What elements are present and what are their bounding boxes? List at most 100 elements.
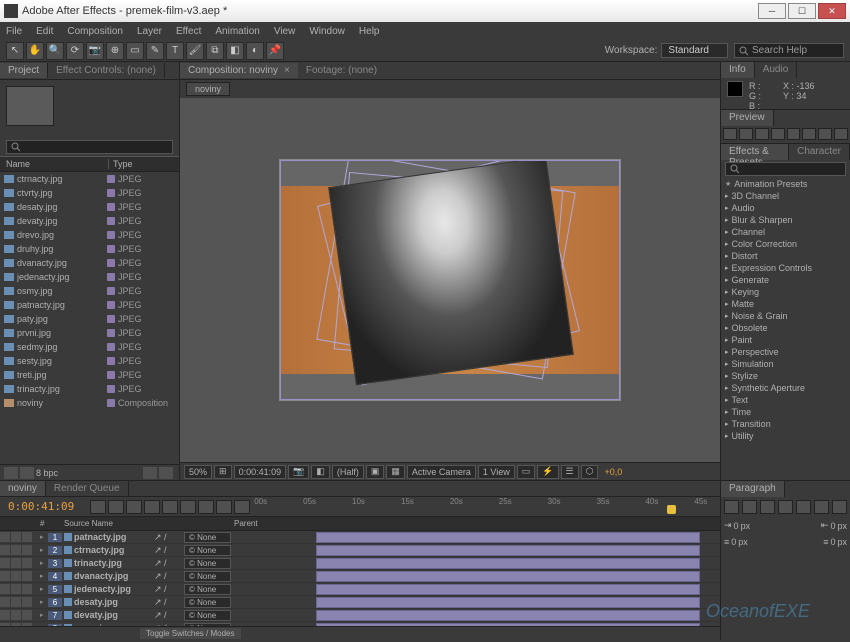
pixel-aspect-icon[interactable]: ▭ — [517, 465, 536, 479]
layer-switches[interactable]: ↗ / — [154, 558, 184, 569]
project-item[interactable]: dvanacty.jpgJPEG — [0, 256, 179, 270]
search-help-input[interactable]: Search Help — [734, 43, 844, 58]
text-tool-icon[interactable]: T — [166, 42, 184, 60]
parent-select[interactable]: © None — [184, 610, 231, 621]
expand-icon[interactable]: ▸ — [40, 585, 48, 593]
comp-canvas[interactable] — [280, 160, 620, 400]
maximize-button[interactable]: ☐ — [788, 3, 816, 19]
col-parent[interactable]: Parent — [234, 519, 284, 528]
label-color-icon[interactable] — [107, 385, 115, 393]
project-item[interactable]: desaty.jpgJPEG — [0, 200, 179, 214]
tab-info[interactable]: Info — [721, 62, 755, 78]
label-color-icon[interactable] — [107, 357, 115, 365]
project-item[interactable]: sedmy.jpgJPEG — [0, 340, 179, 354]
frameblend-icon[interactable] — [162, 500, 178, 514]
tab-timeline-comp[interactable]: noviny — [0, 481, 46, 496]
menu-composition[interactable]: Composition — [67, 26, 123, 37]
project-item[interactable]: devaty.jpgJPEG — [0, 214, 179, 228]
solo-toggle-icon[interactable] — [22, 584, 32, 594]
label-color-icon[interactable] — [107, 231, 115, 239]
timeline-timecode[interactable]: 0:00:41:09 — [8, 500, 74, 513]
label-color-icon[interactable] — [107, 245, 115, 253]
layer-name[interactable]: devaty.jpg — [74, 610, 154, 620]
workspace-select[interactable]: Standard — [661, 43, 728, 58]
effects-search-input[interactable] — [725, 162, 846, 176]
layer-switches[interactable]: ↗ / — [154, 545, 184, 556]
brainstorm-icon[interactable] — [198, 500, 214, 514]
effect-category[interactable]: Blur & Sharpen — [721, 214, 850, 226]
project-item[interactable]: treti.jpgJPEG — [0, 368, 179, 382]
space-before-icon[interactable]: ≡ — [724, 537, 729, 547]
label-color-icon[interactable] — [107, 175, 115, 183]
new-folder-icon[interactable] — [20, 467, 34, 479]
menu-view[interactable]: View — [274, 26, 296, 37]
project-item[interactable]: novinyComposition — [0, 396, 179, 410]
effect-category[interactable]: Expression Controls — [721, 262, 850, 274]
align-center-icon[interactable] — [742, 500, 757, 514]
exposure-value[interactable]: +0,0 — [600, 465, 626, 479]
delete-icon[interactable] — [159, 467, 173, 479]
layer-name[interactable]: osmy.jpg — [74, 623, 154, 626]
audio-toggle-icon[interactable] — [11, 532, 21, 542]
layer-duration-bar[interactable] — [316, 532, 700, 543]
loop-icon[interactable] — [802, 128, 816, 140]
toggle-switches-button[interactable]: Toggle Switches / Modes — [140, 628, 241, 639]
parent-select[interactable]: © None — [184, 532, 231, 543]
layer-switches[interactable]: ↗ / — [154, 597, 184, 608]
minimize-button[interactable]: ─ — [758, 3, 786, 19]
project-item[interactable]: sesty.jpgJPEG — [0, 354, 179, 368]
rotate-tool-icon[interactable]: ⟳ — [66, 42, 84, 60]
bit-depth-button[interactable]: 8 bpc — [36, 468, 58, 478]
audio-toggle-icon[interactable] — [11, 610, 21, 620]
align-left-icon[interactable] — [724, 500, 739, 514]
label-color-icon[interactable] — [107, 217, 115, 225]
project-item[interactable]: drevo.jpgJPEG — [0, 228, 179, 242]
layer-switches[interactable]: ↗ / — [154, 610, 184, 621]
solo-toggle-icon[interactable] — [22, 623, 32, 626]
expand-icon[interactable]: ▸ — [40, 533, 48, 541]
tab-audio[interactable]: Audio — [755, 62, 798, 78]
project-item[interactable]: druhy.jpgJPEG — [0, 242, 179, 256]
tab-preview[interactable]: Preview — [721, 110, 774, 126]
timeline-layers[interactable]: ▸1patnacty.jpg↗ /© None▸2ctrnacty.jpg↗ /… — [0, 531, 720, 626]
layer-duration-bar[interactable] — [316, 584, 700, 595]
label-color-icon[interactable] — [107, 329, 115, 337]
resolution-select[interactable]: (Half) — [332, 465, 364, 479]
ram-preview-icon[interactable] — [834, 128, 848, 140]
effect-category[interactable]: Keying — [721, 286, 850, 298]
solo-toggle-icon[interactable] — [22, 610, 32, 620]
transparency-icon[interactable]: ▦ — [386, 465, 405, 479]
menu-edit[interactable]: Edit — [36, 26, 53, 37]
project-item[interactable]: patnacty.jpgJPEG — [0, 298, 179, 312]
layer-name[interactable]: jedenacty.jpg — [74, 584, 154, 594]
justify-left-icon[interactable] — [778, 500, 793, 514]
menu-file[interactable]: File — [6, 26, 22, 37]
align-right-icon[interactable] — [760, 500, 775, 514]
layer-switches[interactable]: ↗ / — [154, 584, 184, 595]
effect-category[interactable]: Obsolete — [721, 322, 850, 334]
eraser-tool-icon[interactable]: ◧ — [226, 42, 244, 60]
menu-animation[interactable]: Animation — [215, 26, 259, 37]
tab-footage[interactable]: Footage: (none) — [298, 63, 385, 78]
tab-project[interactable]: Project — [0, 63, 48, 78]
layer-name[interactable]: ctrnacty.jpg — [74, 545, 154, 555]
label-color-icon[interactable] — [107, 371, 115, 379]
tab-effect-controls[interactable]: Effect Controls: (none) — [48, 63, 165, 78]
effect-category[interactable]: Color Correction — [721, 238, 850, 250]
new-comp-icon[interactable] — [143, 467, 157, 479]
flowchart-icon[interactable]: ⬡ — [581, 465, 599, 479]
close-button[interactable]: ✕ — [818, 3, 846, 19]
roi-icon[interactable]: ▣ — [366, 465, 385, 479]
effect-category[interactable]: Channel — [721, 226, 850, 238]
timeline-icon[interactable]: ☰ — [561, 465, 579, 479]
tab-composition[interactable]: Composition: noviny × — [180, 63, 298, 78]
interpret-footage-icon[interactable] — [4, 467, 18, 479]
graph-editor-icon[interactable] — [234, 500, 250, 514]
col-source-name[interactable]: Source Name — [64, 519, 144, 528]
visibility-toggle-icon[interactable] — [0, 623, 10, 626]
audio-toggle-icon[interactable] — [11, 571, 21, 581]
tab-render-queue[interactable]: Render Queue — [46, 481, 129, 496]
layer-photo[interactable] — [328, 160, 574, 385]
puppet-tool-icon[interactable]: 📌 — [266, 42, 284, 60]
clone-tool-icon[interactable]: ⧉ — [206, 42, 224, 60]
